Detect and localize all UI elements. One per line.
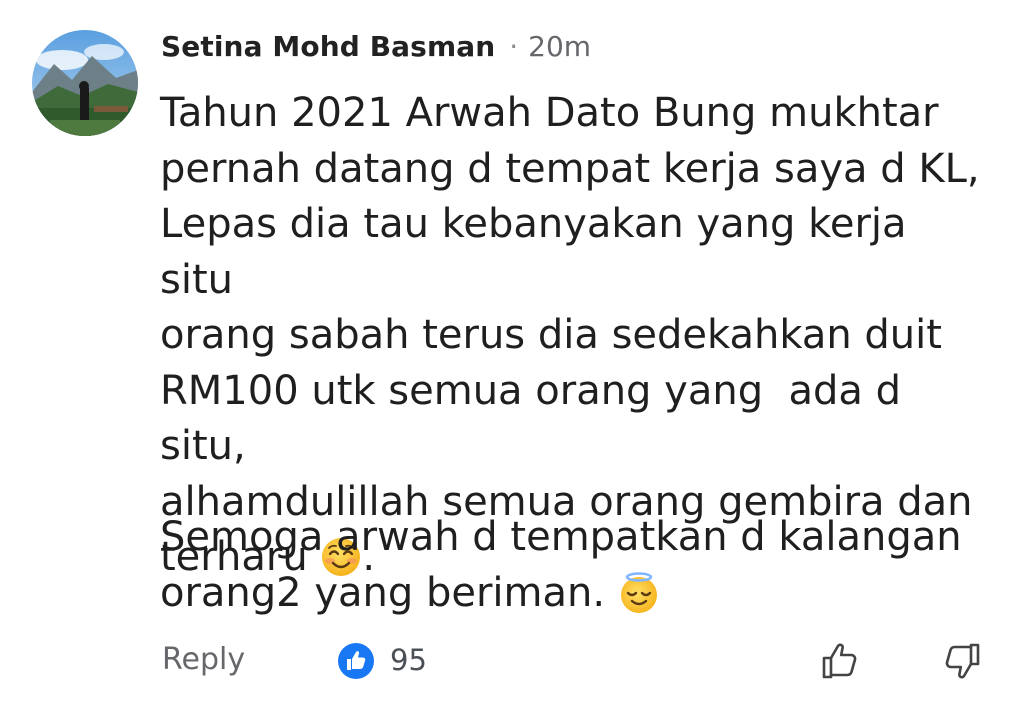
comment-paragraph-1-text: Tahun 2021 Arwah Dato Bung mukhtar perna… bbox=[160, 90, 980, 580]
thumbs-down-outline-icon[interactable] bbox=[940, 640, 982, 682]
meta-separator: · bbox=[509, 30, 519, 63]
comment-timestamp[interactable]: 20m bbox=[528, 30, 591, 63]
avatar-photo bbox=[32, 30, 138, 136]
author-name[interactable]: Setina Mohd Basman bbox=[161, 30, 495, 63]
avatar[interactable] bbox=[32, 30, 138, 136]
comment-actions: Reply 95 bbox=[162, 640, 982, 684]
halo-angel-emoji-icon bbox=[618, 571, 660, 614]
thumbs-up-outline-icon[interactable] bbox=[820, 640, 862, 682]
thumbs-up-badge-icon[interactable] bbox=[338, 643, 374, 679]
comment-header: Setina Mohd Basman · 20m bbox=[161, 30, 591, 63]
comment-paragraph-2: Semoga arwah d tempatkan d kalangan oran… bbox=[160, 510, 990, 621]
comment-paragraph-2-text: Semoga arwah d tempatkan d kalangan oran… bbox=[160, 514, 962, 616]
reply-button[interactable]: Reply bbox=[162, 640, 245, 680]
like-count: 95 bbox=[390, 643, 427, 677]
